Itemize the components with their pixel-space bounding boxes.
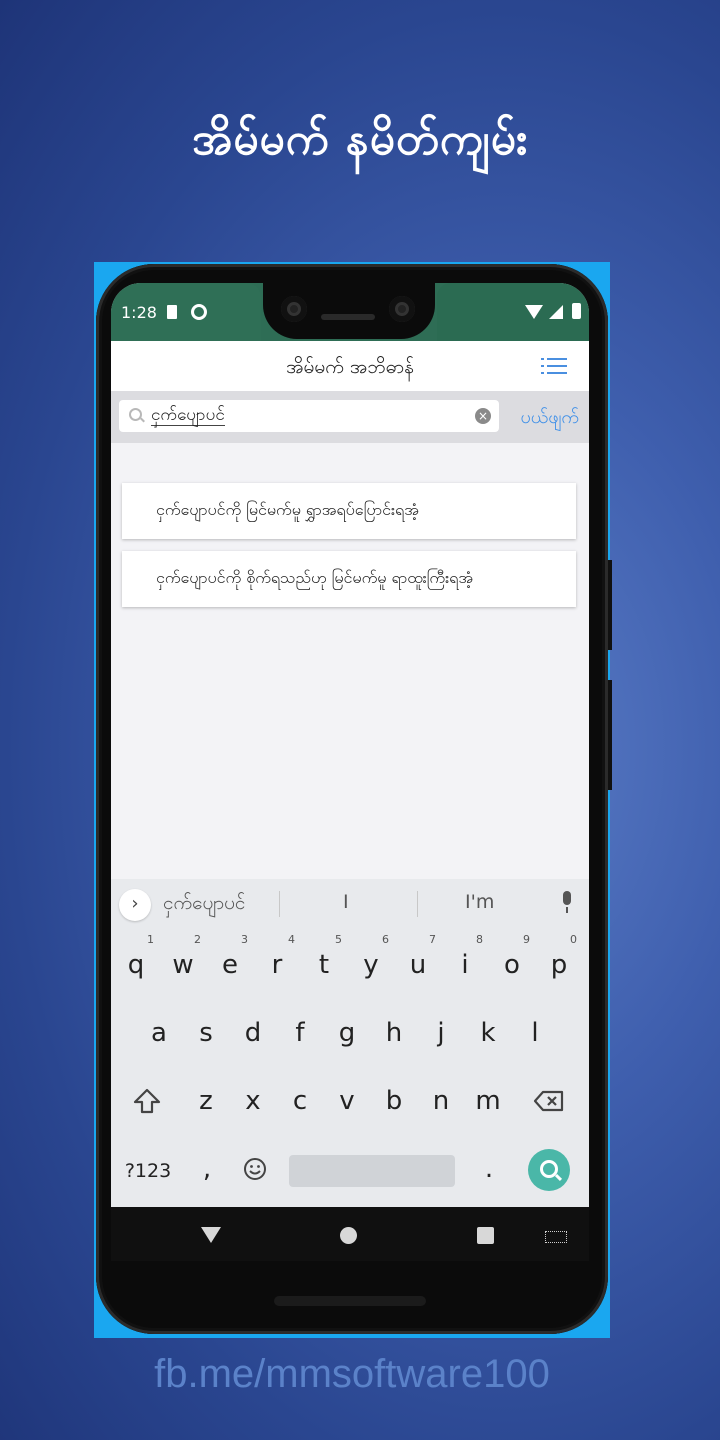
status-bar: 1:28 — [111, 283, 589, 341]
shift-key[interactable] — [125, 1075, 169, 1127]
suggestion-word[interactable]: ငှက်ပျောပင် — [163, 891, 245, 919]
expand-suggestions-button[interactable]: › — [119, 889, 151, 921]
key-o[interactable]: o9 — [490, 933, 534, 991]
key-n[interactable]: n — [419, 1075, 463, 1127]
key-l[interactable]: l — [513, 1007, 557, 1059]
key-p[interactable]: p0 — [537, 933, 581, 991]
list-menu-icon[interactable] — [541, 357, 567, 375]
front-camera-icon — [389, 296, 415, 322]
key-x[interactable]: x — [231, 1075, 275, 1127]
promo-title: အိမ်မက် နမိတ်ကျမ်း — [191, 114, 529, 165]
key-a[interactable]: a — [137, 1007, 181, 1059]
key-y[interactable]: y6 — [349, 933, 393, 991]
key-z[interactable]: z — [184, 1075, 228, 1127]
search-row: ငှက်ပျောပင် × ပယ်ဖျက် — [111, 391, 589, 443]
space-key[interactable] — [289, 1155, 455, 1187]
key-f[interactable]: f — [278, 1007, 322, 1059]
microphone-icon[interactable] — [563, 891, 571, 913]
result-item[interactable]: ငှက်ပျောပင်ကို မြင်မက်မူ ရွှာအရပ်ပြောင်း… — [122, 483, 576, 539]
key-t[interactable]: t5 — [302, 933, 346, 991]
search-value: ငှက်ပျောပင် — [151, 405, 225, 426]
key-w[interactable]: w2 — [161, 933, 205, 991]
camera-notch — [263, 283, 435, 339]
keyboard-switch-icon[interactable] — [545, 1231, 567, 1243]
suggestion-strip: › ငှက်ပျောပင် I I'm — [111, 879, 589, 929]
app-bar: အိမ်မက် အဘိဓာန် — [111, 341, 589, 391]
key-i[interactable]: i8 — [443, 933, 487, 991]
backspace-key[interactable] — [527, 1075, 571, 1127]
key-j[interactable]: j — [419, 1007, 463, 1059]
emoji-key[interactable] — [233, 1145, 277, 1197]
recents-icon[interactable] — [477, 1227, 494, 1244]
suggestion-word[interactable]: I'm — [465, 891, 494, 913]
key-h[interactable]: h — [372, 1007, 416, 1059]
key-s[interactable]: s — [184, 1007, 228, 1059]
volume-button — [608, 560, 612, 650]
back-icon[interactable] — [201, 1227, 221, 1243]
phone-screen: 1:28 အိမ်မက် အဘိဓာန် ငှက်ပျောပင် × ပယ်ဖျ… — [111, 283, 589, 1261]
cancel-button[interactable]: ပယ်ဖျက် — [521, 405, 579, 432]
backspace-icon — [533, 1090, 564, 1112]
battery-icon — [572, 303, 581, 319]
key-e[interactable]: e3 — [208, 933, 252, 991]
earpiece-speaker — [321, 314, 375, 320]
signal-icon — [549, 305, 563, 319]
emoji-icon — [244, 1158, 266, 1180]
suggestion-word[interactable]: I — [343, 891, 349, 913]
sync-icon — [191, 304, 207, 320]
keyboard: q1 w2 e3 r4 t5 y6 u7 i8 o9 p0 a s d f g … — [111, 929, 589, 1207]
navigation-bar — [111, 1207, 589, 1261]
key-b[interactable]: b — [372, 1075, 416, 1127]
home-icon[interactable] — [340, 1227, 357, 1244]
key-u[interactable]: u7 — [396, 933, 440, 991]
footer-link[interactable]: fb.me/mmsoftware100 — [0, 1352, 704, 1397]
period-key[interactable]: . — [467, 1143, 511, 1195]
result-text: ငှက်ပျောပင်ကို မြင်မက်မူ ရွှာအရပ်ပြောင်း… — [156, 500, 419, 519]
key-r[interactable]: r4 — [255, 933, 299, 991]
key-g[interactable]: g — [325, 1007, 369, 1059]
key-v[interactable]: v — [325, 1075, 369, 1127]
status-time: 1:28 — [121, 303, 157, 322]
search-icon — [129, 408, 142, 421]
result-item[interactable]: ငှက်ပျောပင်ကို စိုက်ရသည်ဟု မြင်မက်မူ ရာထ… — [122, 551, 576, 607]
key-d[interactable]: d — [231, 1007, 275, 1059]
front-camera-icon — [281, 296, 307, 322]
search-submit-key[interactable] — [528, 1149, 570, 1191]
search-input[interactable]: ငှက်ပျောပင် × — [119, 400, 499, 432]
app-title: အိမ်မက် အဘိဓာန် — [286, 356, 414, 378]
comma-key[interactable]: , — [185, 1143, 229, 1195]
power-button — [608, 680, 612, 790]
wifi-icon — [525, 305, 543, 319]
key-m[interactable]: m — [466, 1075, 510, 1127]
key-q[interactable]: q1 — [114, 933, 158, 991]
key-c[interactable]: c — [278, 1075, 322, 1127]
symbols-key[interactable]: ?123 — [121, 1145, 175, 1197]
sd-card-icon — [167, 305, 177, 319]
shift-icon — [133, 1088, 161, 1114]
key-k[interactable]: k — [466, 1007, 510, 1059]
result-text: ငှက်ပျောပင်ကို စိုက်ရသည်ဟု မြင်မက်မူ ရာထ… — [156, 568, 474, 587]
search-icon — [540, 1160, 558, 1178]
clear-icon[interactable]: × — [475, 408, 491, 424]
bottom-speaker — [274, 1296, 426, 1306]
